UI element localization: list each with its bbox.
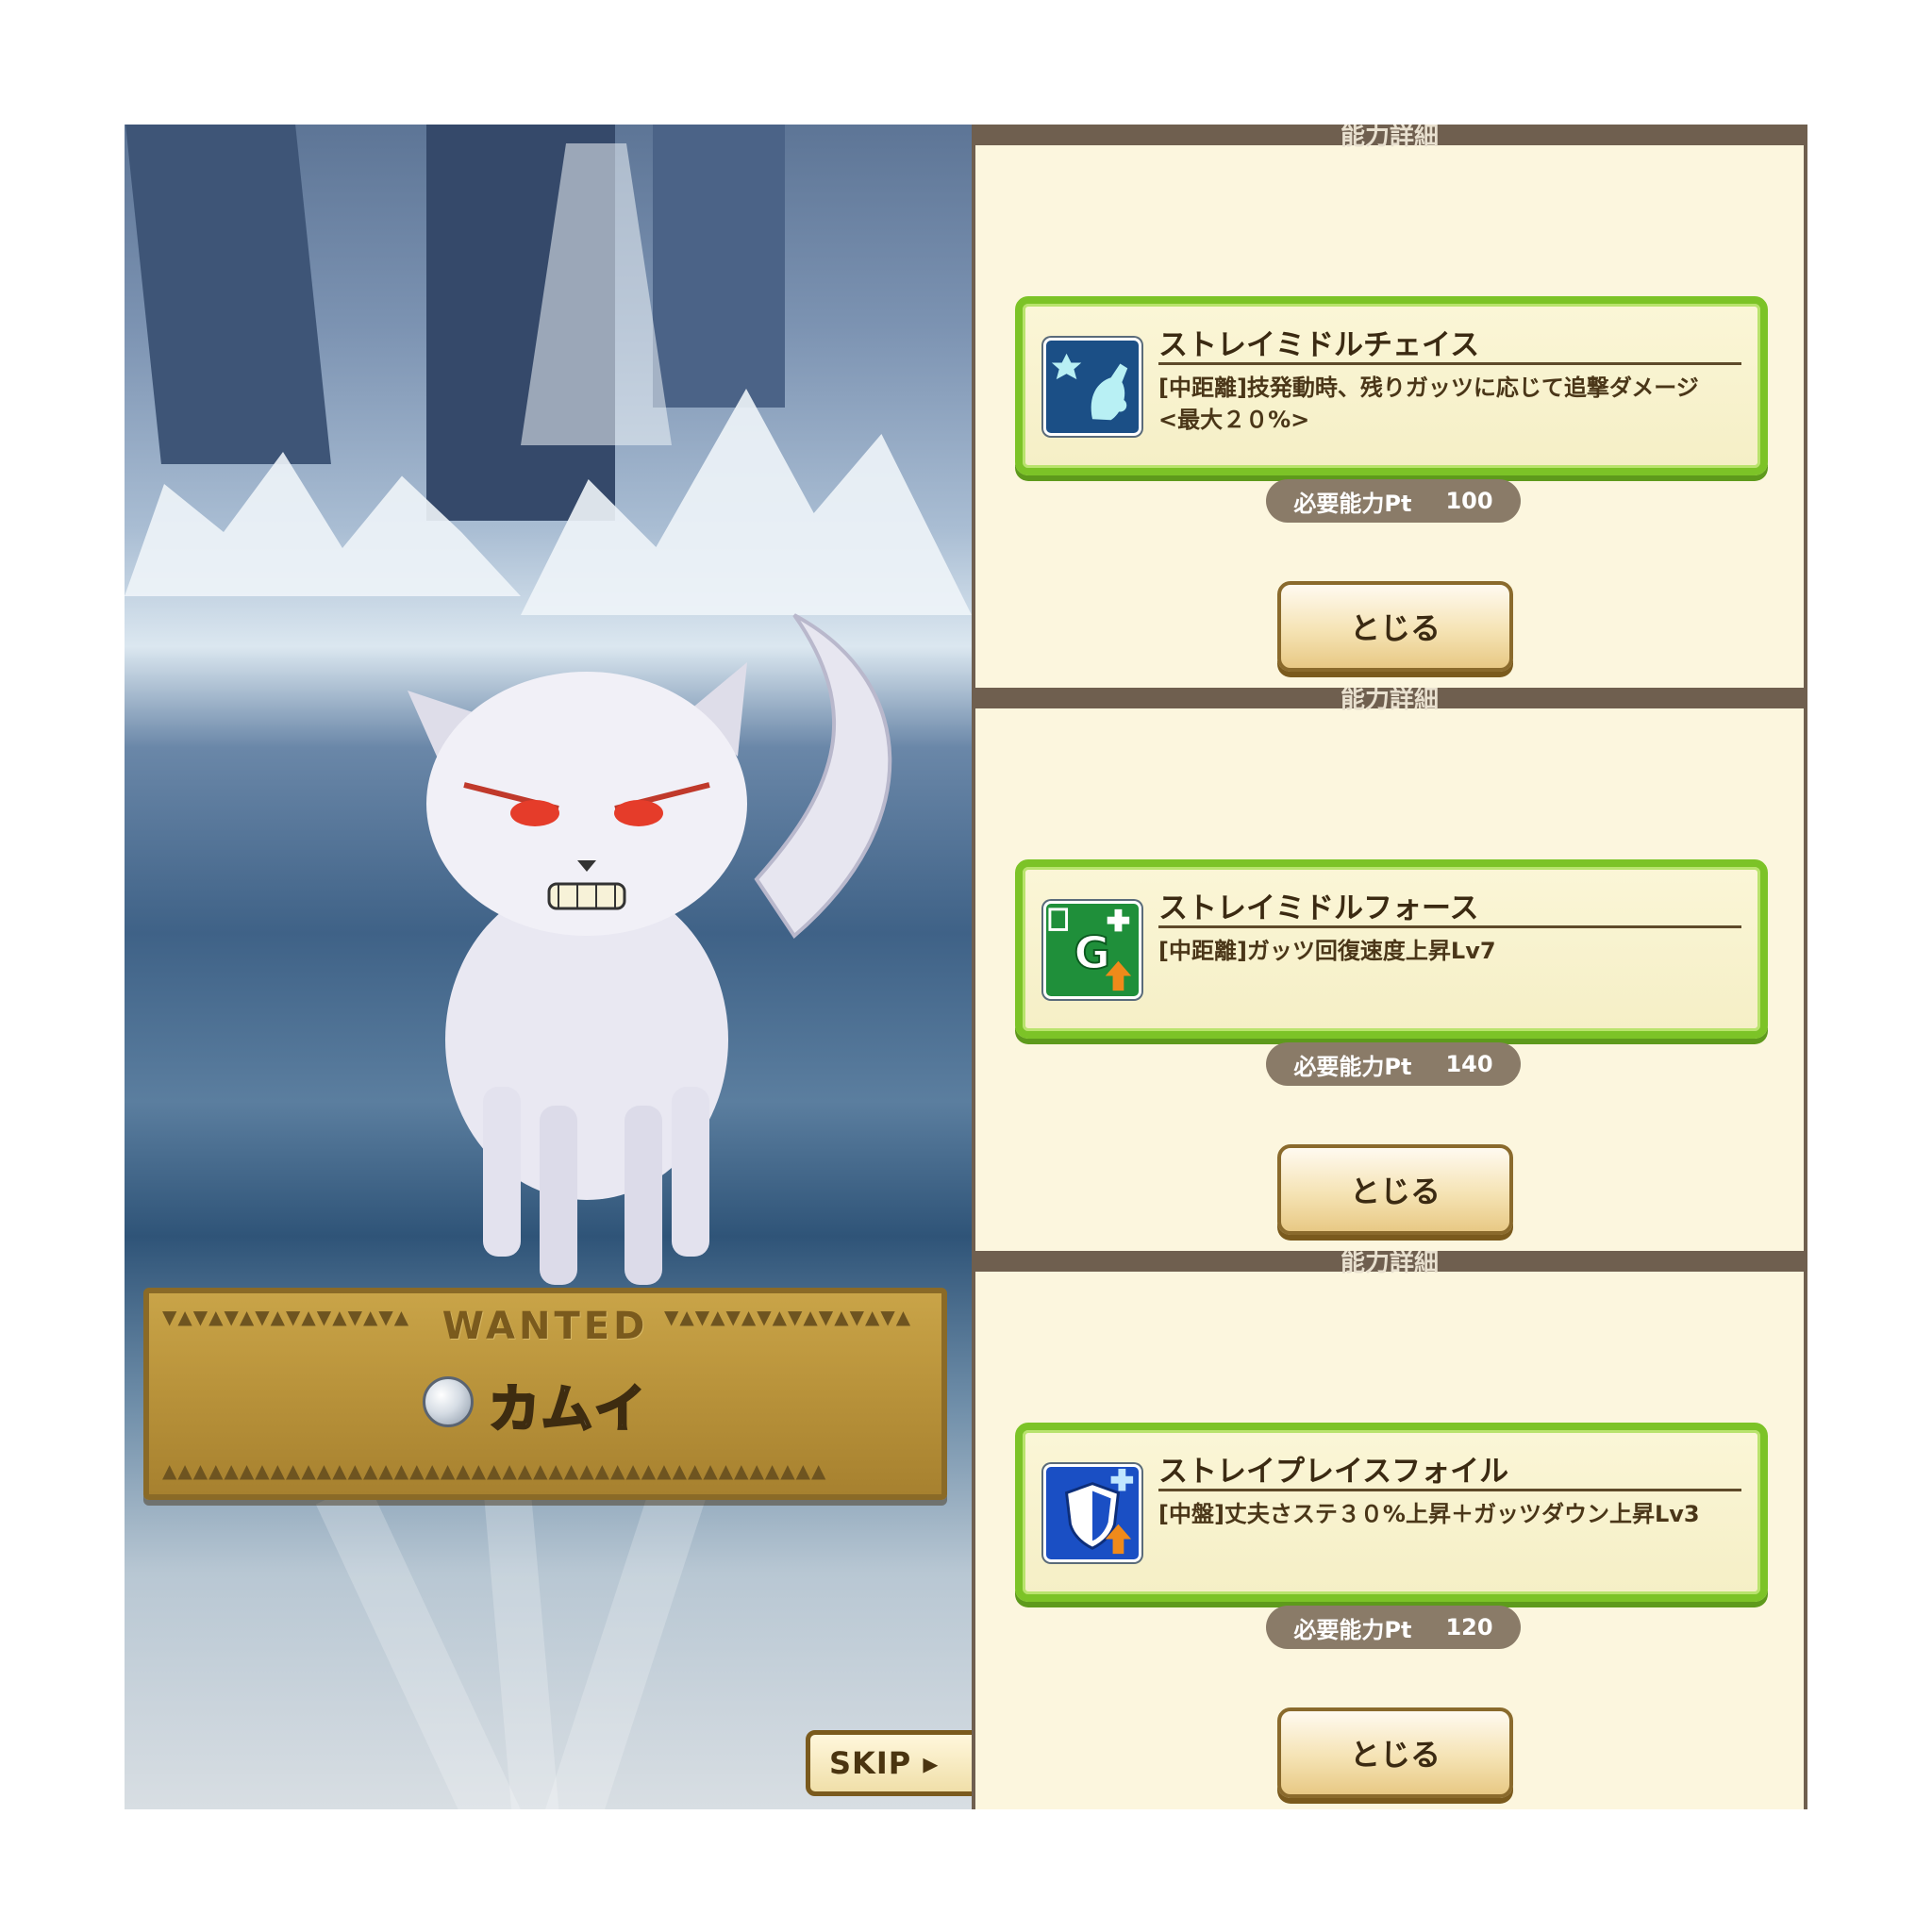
ability-detail-panel: 能力詳細 G ストレイミドルフォース [中距離]ガッツ回復速度上昇Lv7 必要能… bbox=[972, 688, 1807, 1252]
wolf-character bbox=[408, 613, 892, 1285]
required-points-badge: 必要能力Pt 100 bbox=[1266, 479, 1521, 523]
close-button[interactable]: とじる bbox=[1277, 581, 1513, 672]
required-points-label: 必要能力Pt bbox=[1293, 1616, 1412, 1643]
title-divider bbox=[1158, 925, 1741, 928]
ability-detail-panel: 能力詳細 ストレイミドルチェイス [中距離]技発動時、残りガッツに応じて追撃ダメ… bbox=[972, 125, 1807, 689]
ability-card: ストレイミドルチェイス [中距離]技発動時、残りガッツに応じて追撃ダメージ <最… bbox=[1015, 296, 1768, 475]
close-button[interactable]: とじる bbox=[1277, 1707, 1513, 1798]
game-scene: ▼▲▼▲▼▲▼▲▼▲▼▲▼▲▼▲ ▼▲▼▲▼▲▼▲▼▲▼▲▼▲▼▲ WANTED… bbox=[125, 125, 972, 1809]
skip-button[interactable]: SKIP ▸ bbox=[806, 1730, 972, 1796]
svg-text:G: G bbox=[1074, 928, 1110, 980]
close-button[interactable]: とじる bbox=[1277, 1144, 1513, 1235]
ability-description: [中距離]ガッツ回復速度上昇Lv7 bbox=[1158, 938, 1496, 964]
ability-card: G ストレイミドルフォース [中距離]ガッツ回復速度上昇Lv7 bbox=[1015, 859, 1768, 1039]
panel-header: 能力詳細 bbox=[1340, 125, 1439, 151]
silver-coin-icon bbox=[423, 1376, 474, 1427]
required-points-value: 120 bbox=[1445, 1614, 1493, 1641]
wanted-title: WANTED bbox=[441, 1305, 649, 1348]
wanted-character-name: カムイ bbox=[488, 1378, 647, 1441]
title-divider bbox=[1158, 362, 1741, 365]
ability-card: ストレイプレイスフォイル [中盤]丈夫さステ３０%上昇＋ガッツダウン上昇Lv3 bbox=[1015, 1423, 1768, 1602]
ability-detail-panel: 能力詳細 ストレイプレイスフォイル [中盤]丈夫さステ３０%上昇＋ガッツダウン上… bbox=[972, 1251, 1807, 1809]
required-points-value: 140 bbox=[1445, 1051, 1493, 1077]
shield-up-icon bbox=[1043, 1464, 1141, 1562]
required-points-badge: 必要能力Pt 120 bbox=[1266, 1606, 1521, 1649]
cave-rock bbox=[125, 125, 331, 464]
required-points-label: 必要能力Pt bbox=[1293, 1053, 1412, 1080]
guts-recovery-icon: G bbox=[1043, 901, 1141, 999]
ability-description: [中盤]丈夫さステ３０%上昇＋ガッツダウン上昇Lv3 bbox=[1158, 1501, 1700, 1527]
required-points-value: 100 bbox=[1445, 488, 1493, 514]
panel-header: 能力詳細 bbox=[1340, 688, 1439, 714]
dog-chase-icon bbox=[1043, 338, 1141, 436]
panel-header: 能力詳細 bbox=[1340, 1251, 1439, 1277]
ability-title: ストレイミドルフォース bbox=[1158, 891, 1479, 925]
required-points-label: 必要能力Pt bbox=[1293, 490, 1412, 517]
wanted-banner: ▼▲▼▲▼▲▼▲▼▲▼▲▼▲▼▲ ▼▲▼▲▼▲▼▲▼▲▼▲▼▲▼▲ WANTED… bbox=[143, 1288, 947, 1500]
ability-description: [中距離]技発動時、残りガッツに応じて追撃ダメージ <最大２０%> bbox=[1158, 375, 1699, 433]
ability-title: ストレイミドルチェイス bbox=[1158, 328, 1480, 362]
banner-triangles-bottom: ▲▲▲▲▲▲▲▲▲▲▲▲▲▲▲▲▲▲▲▲▲▲▲▲▲▲▲▲▲▲▲▲▲▲▲▲▲▲▲▲… bbox=[162, 1460, 827, 1481]
light-ray bbox=[537, 1474, 708, 1809]
cave-rock bbox=[653, 125, 785, 408]
title-divider bbox=[1158, 1489, 1741, 1491]
ability-title: ストレイプレイスフォイル bbox=[1158, 1455, 1509, 1489]
required-points-badge: 必要能力Pt 140 bbox=[1266, 1042, 1521, 1086]
